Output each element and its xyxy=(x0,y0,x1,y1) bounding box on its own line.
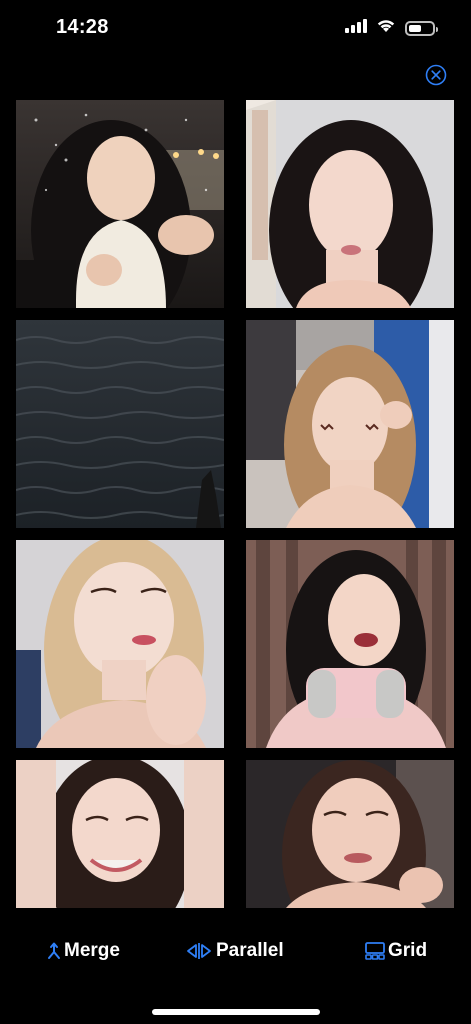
video-thumbnail-4[interactable] xyxy=(246,320,454,528)
parallel-icon xyxy=(185,942,213,960)
wifi-icon xyxy=(376,18,396,38)
parallel-button[interactable]: Parallel xyxy=(185,940,284,962)
grid-label: Grid xyxy=(388,940,428,961)
status-bar: 14:28 xyxy=(0,0,471,56)
video-thumbnail-8[interactable] xyxy=(246,760,454,908)
close-icon[interactable] xyxy=(425,64,447,86)
battery-icon xyxy=(405,20,438,36)
status-time: 14:28 xyxy=(56,16,109,38)
merge-icon xyxy=(47,942,61,960)
video-thumbnail-3[interactable] xyxy=(16,320,224,528)
grid-icon xyxy=(365,942,385,960)
video-thumbnail-1[interactable] xyxy=(16,100,224,308)
video-grid xyxy=(16,100,454,908)
video-thumbnail-6[interactable] xyxy=(246,540,454,748)
video-thumbnail-5[interactable] xyxy=(16,540,224,748)
parallel-label: Parallel xyxy=(216,940,284,961)
home-indicator xyxy=(152,1009,320,1015)
video-thumbnail-2[interactable] xyxy=(246,100,454,308)
bottom-toolbar: Merge Parallel Grid xyxy=(0,932,471,976)
video-thumbnail-7[interactable] xyxy=(16,760,224,908)
merge-label: Merge xyxy=(64,940,120,961)
grid-button[interactable]: Grid xyxy=(365,940,427,962)
cellular-signal-icon xyxy=(345,18,367,38)
merge-button[interactable]: Merge xyxy=(47,940,120,962)
screen: 14:28 Merge Parallel Grid xyxy=(0,0,471,1024)
battery-level xyxy=(409,24,422,32)
status-icons xyxy=(345,18,438,38)
